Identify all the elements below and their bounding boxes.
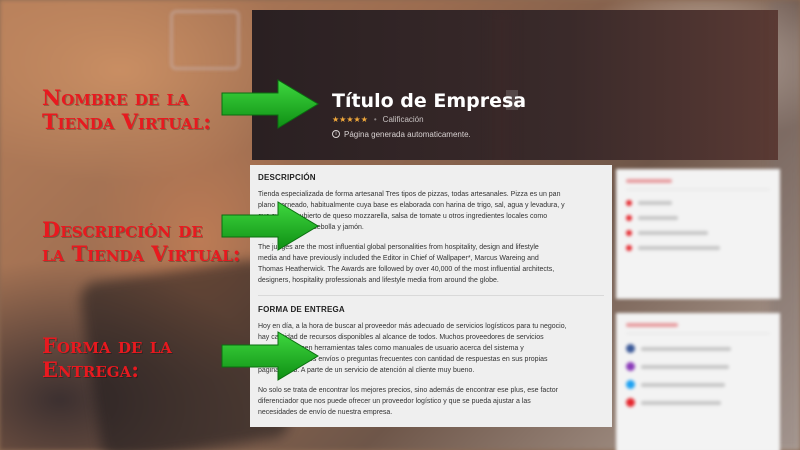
store-title: Título de Empresa bbox=[332, 90, 527, 112]
annotation-delivery-method: Forma de la Entrega: bbox=[42, 334, 172, 382]
social-card-title bbox=[626, 323, 770, 334]
contact-item[interactable] bbox=[626, 200, 770, 206]
social-item[interactable] bbox=[626, 344, 770, 353]
arrow-right-icon bbox=[221, 201, 319, 251]
hero-edge bbox=[492, 10, 512, 160]
facebook-icon bbox=[626, 344, 635, 353]
hero-mark bbox=[506, 90, 518, 110]
description-heading: DESCRIPCIÓN bbox=[258, 173, 316, 182]
phone-icon bbox=[626, 200, 632, 206]
social-item[interactable] bbox=[626, 362, 770, 371]
background-cart bbox=[170, 10, 240, 70]
annotation-line: Descripción de bbox=[42, 217, 203, 242]
annotation-line: Nombre de la bbox=[42, 85, 189, 110]
arrow-right-icon bbox=[221, 331, 319, 381]
social-item[interactable] bbox=[626, 398, 770, 407]
social-item[interactable] bbox=[626, 380, 770, 389]
annotation-line: Entrega: bbox=[42, 357, 139, 382]
social-card bbox=[616, 313, 780, 450]
contact-item[interactable] bbox=[626, 230, 770, 236]
rating-label: Calificación bbox=[382, 114, 424, 124]
annotation-store-name: Nombre de la Tienda Virtual: bbox=[42, 86, 211, 134]
contact-item[interactable] bbox=[626, 245, 770, 251]
contact-item[interactable] bbox=[626, 215, 770, 221]
delivery-heading: FORMA DE ENTREGA bbox=[258, 305, 345, 314]
section-divider bbox=[258, 295, 604, 296]
hero-photo bbox=[772, 10, 778, 160]
mobile-icon bbox=[626, 215, 632, 221]
store-hero-banner bbox=[252, 10, 778, 160]
store-sidebar bbox=[616, 169, 780, 450]
auto-generated-text: Página generada automaticamente. bbox=[344, 129, 471, 139]
annotation-line: la Tienda Virtual: bbox=[42, 241, 241, 266]
web-icon bbox=[626, 245, 632, 251]
contact-card-title bbox=[626, 179, 770, 190]
annotation-store-description: Descripción de la Tienda Virtual: bbox=[42, 218, 240, 266]
info-icon: i bbox=[332, 130, 340, 138]
delivery-paragraph: No solo se trata de encontrar los mejore… bbox=[258, 387, 558, 416]
arrow-right-icon bbox=[221, 79, 319, 129]
rating-stars-icon[interactable]: ★★★★★ bbox=[332, 115, 368, 124]
contact-card bbox=[616, 169, 780, 299]
annotation-line: Tienda Virtual: bbox=[42, 109, 211, 134]
email-icon bbox=[626, 230, 632, 236]
rating-row: ★★★★★ • Calificación bbox=[332, 114, 424, 124]
annotation-line: Forma de la bbox=[42, 333, 172, 358]
auto-generated-note: i Página generada automaticamente. bbox=[332, 129, 471, 139]
separator-dot: • bbox=[373, 114, 377, 124]
youtube-icon bbox=[626, 398, 635, 407]
instagram-icon bbox=[626, 362, 635, 371]
twitter-icon bbox=[626, 380, 635, 389]
